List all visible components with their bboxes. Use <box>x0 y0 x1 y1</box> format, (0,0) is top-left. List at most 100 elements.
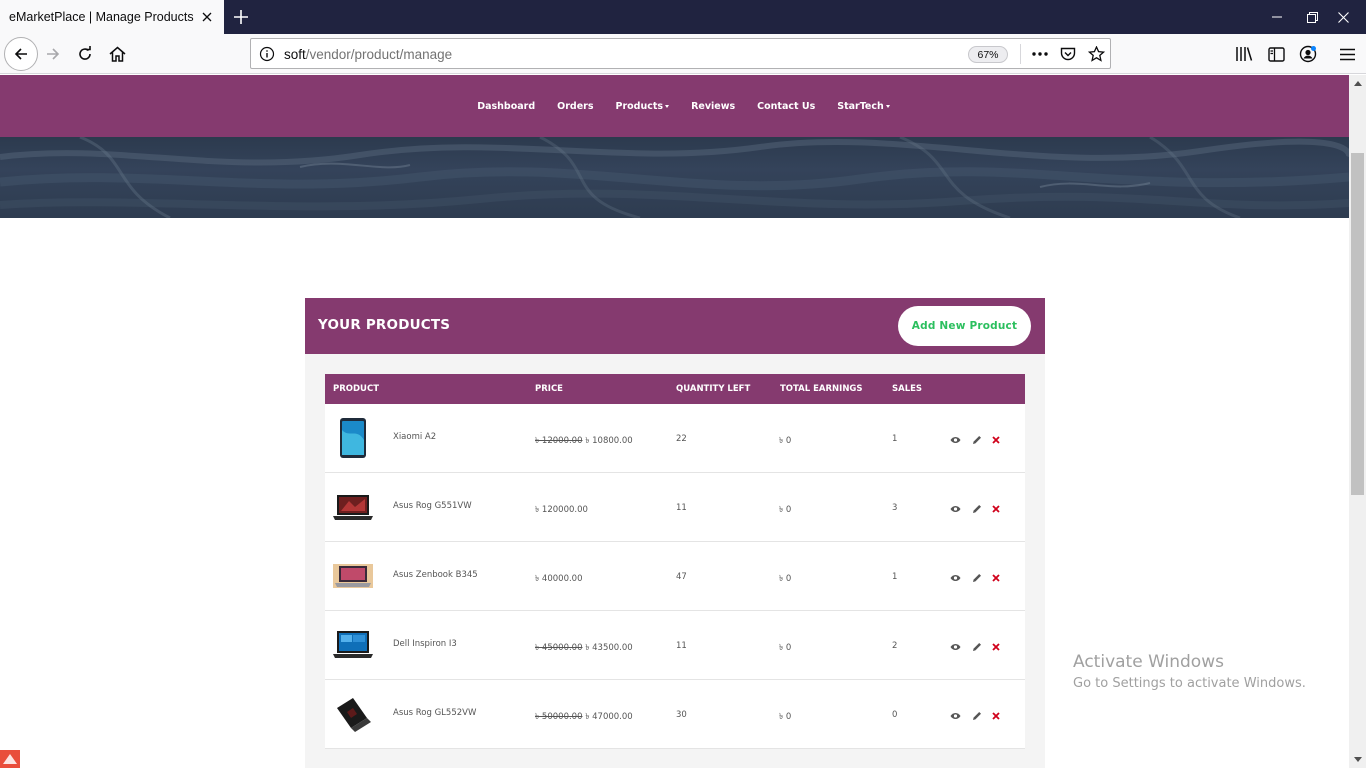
site-header: Dashboard Orders Products Reviews Contac… <box>0 75 1349 137</box>
col-sales: SALES <box>892 384 923 394</box>
nav-products-dropdown[interactable]: Products <box>616 101 670 112</box>
watermark-title: Activate Windows <box>1073 652 1224 672</box>
product-price: ৳ 45000.00 ৳ 43500.00 <box>535 641 633 655</box>
menu-hamburger-icon[interactable] <box>1336 43 1358 65</box>
page-actions-icon[interactable] <box>1029 44 1051 64</box>
watermark-subtitle: Go to Settings to activate Windows. <box>1073 676 1306 691</box>
sidebar-icon[interactable] <box>1265 43 1287 65</box>
product-name[interactable]: Asus Rog G551VW <box>393 501 472 511</box>
view-eye-icon[interactable] <box>949 434 961 446</box>
browser-toolbar: soft/vendor/product/manage 67% <box>0 34 1366 74</box>
site-info-icon[interactable] <box>259 46 275 62</box>
address-bar[interactable]: soft/vendor/product/manage 67% <box>250 38 1111 69</box>
view-eye-icon[interactable] <box>949 503 961 515</box>
edit-pencil-icon[interactable] <box>971 641 983 653</box>
total-earnings: ৳ 0 <box>779 712 792 722</box>
view-eye-icon[interactable] <box>949 641 961 653</box>
quantity-left: 11 <box>676 503 687 513</box>
page-scrollbar[interactable] <box>1349 75 1366 768</box>
sales-count: 3 <box>892 503 898 513</box>
product-name[interactable]: Dell Inspiron I3 <box>393 639 457 649</box>
col-earnings: TOTAL EARNINGS <box>780 384 863 394</box>
products-panel: YOUR PRODUCTS Add New Product PRODUCT PR… <box>305 298 1045 768</box>
sales-count: 0 <box>892 710 898 720</box>
url-host: soft <box>284 47 306 62</box>
bookmark-star-icon[interactable] <box>1085 44 1107 64</box>
table-row: Asus Zenbook B345 ৳ 40000.00 47 ৳ 0 1 <box>325 542 1025 611</box>
quantity-left: 47 <box>676 572 687 582</box>
browser-tab[interactable]: eMarketPlace | Manage Products <box>0 0 224 34</box>
product-price: ৳ 12000.00 ৳ 10800.00 <box>535 434 633 448</box>
quantity-left: 11 <box>676 641 687 651</box>
product-name[interactable]: Xiaomi A2 <box>393 432 436 442</box>
edit-pencil-icon[interactable] <box>971 710 983 722</box>
browser-tab-bar: eMarketPlace | Manage Products <box>0 0 1366 34</box>
scrollbar-thumb[interactable] <box>1351 153 1364 495</box>
product-name[interactable]: Asus Rog GL552VW <box>393 708 476 718</box>
current-price: ৳ 47000.00 <box>585 712 633 722</box>
total-earnings: ৳ 0 <box>779 574 792 584</box>
reload-icon[interactable] <box>70 39 100 69</box>
sales-count: 1 <box>892 434 898 444</box>
nav-dashboard[interactable]: Dashboard <box>477 101 535 112</box>
table-row: Asus Rog GL552VW ৳ 50000.00 ৳ 47000.00 3… <box>325 680 1025 749</box>
delete-x-icon[interactable] <box>990 503 1002 515</box>
view-eye-icon[interactable] <box>949 710 961 722</box>
total-earnings: ৳ 0 <box>779 505 792 515</box>
add-new-product-button[interactable]: Add New Product <box>898 306 1031 346</box>
back-icon[interactable] <box>4 37 38 71</box>
products-table: PRODUCT PRICE QUANTITY LEFT TOTAL EARNIN… <box>325 374 1025 749</box>
delete-x-icon[interactable] <box>990 434 1002 446</box>
product-thumbnail-laptop <box>337 698 371 732</box>
zoom-level-badge[interactable]: 67% <box>968 46 1008 63</box>
table-header-row: PRODUCT PRICE QUANTITY LEFT TOTAL EARNIN… <box>325 374 1025 404</box>
edit-pencil-icon[interactable] <box>971 503 983 515</box>
nav-store-label: StarTech <box>837 100 884 112</box>
product-price: ৳ 40000.00 <box>535 572 583 586</box>
nav-orders[interactable]: Orders <box>557 101 593 112</box>
view-eye-icon[interactable] <box>949 572 961 584</box>
delete-x-icon[interactable] <box>990 710 1002 722</box>
windows-activation-watermark: Activate Windows Go to Settings to activ… <box>1073 652 1306 691</box>
edit-pencil-icon[interactable] <box>971 434 983 446</box>
total-earnings: ৳ 0 <box>779 436 792 446</box>
scroll-down-arrow-icon[interactable] <box>1349 751 1366 768</box>
edit-pencil-icon[interactable] <box>971 572 983 584</box>
corner-app-icon[interactable] <box>0 750 20 768</box>
table-row: Asus Rog G551VW ৳ 120000.00 11 ৳ 0 3 <box>325 473 1025 542</box>
col-price: PRICE <box>535 384 563 394</box>
new-tab-icon[interactable] <box>229 5 253 29</box>
product-thumbnail-laptop <box>333 631 373 658</box>
scroll-up-arrow-icon[interactable] <box>1349 75 1366 92</box>
product-name[interactable]: Asus Zenbook B345 <box>393 570 478 580</box>
total-earnings: ৳ 0 <box>779 643 792 653</box>
col-product: PRODUCT <box>333 384 379 394</box>
product-price: ৳ 120000.00 <box>535 503 588 517</box>
caret-down-icon <box>885 104 890 108</box>
current-price: ৳ 120000.00 <box>535 505 588 515</box>
url-text: soft/vendor/product/manage <box>284 47 452 62</box>
forward-icon[interactable] <box>38 39 68 69</box>
url-separator <box>1020 44 1021 64</box>
delete-x-icon[interactable] <box>990 572 1002 584</box>
home-icon[interactable] <box>102 39 132 69</box>
table-row: Dell Inspiron I3 ৳ 45000.00 ৳ 43500.00 1… <box>325 611 1025 680</box>
table-row: Xiaomi A2 ৳ 12000.00 ৳ 10800.00 22 ৳ 0 1 <box>325 404 1025 473</box>
nav-contact[interactable]: Contact Us <box>757 101 815 112</box>
old-price: ৳ 50000.00 <box>535 712 583 722</box>
col-quantity: QUANTITY LEFT <box>676 384 751 394</box>
delete-x-icon[interactable] <box>990 641 1002 653</box>
close-window-icon[interactable] <box>1320 0 1366 34</box>
current-price: ৳ 43500.00 <box>585 643 633 653</box>
url-path: /vendor/product/manage <box>305 47 453 62</box>
product-thumbnail-laptop <box>333 564 373 588</box>
account-icon[interactable] <box>1297 43 1319 65</box>
close-tab-icon[interactable] <box>199 9 215 25</box>
nav-reviews[interactable]: Reviews <box>691 101 735 112</box>
current-price: ৳ 10800.00 <box>585 436 633 446</box>
nav-store-dropdown[interactable]: StarTech <box>837 101 890 112</box>
library-icon[interactable] <box>1233 43 1255 65</box>
pocket-icon[interactable] <box>1057 44 1079 64</box>
panel-header: YOUR PRODUCTS Add New Product <box>305 298 1045 354</box>
caret-down-icon <box>665 104 670 108</box>
